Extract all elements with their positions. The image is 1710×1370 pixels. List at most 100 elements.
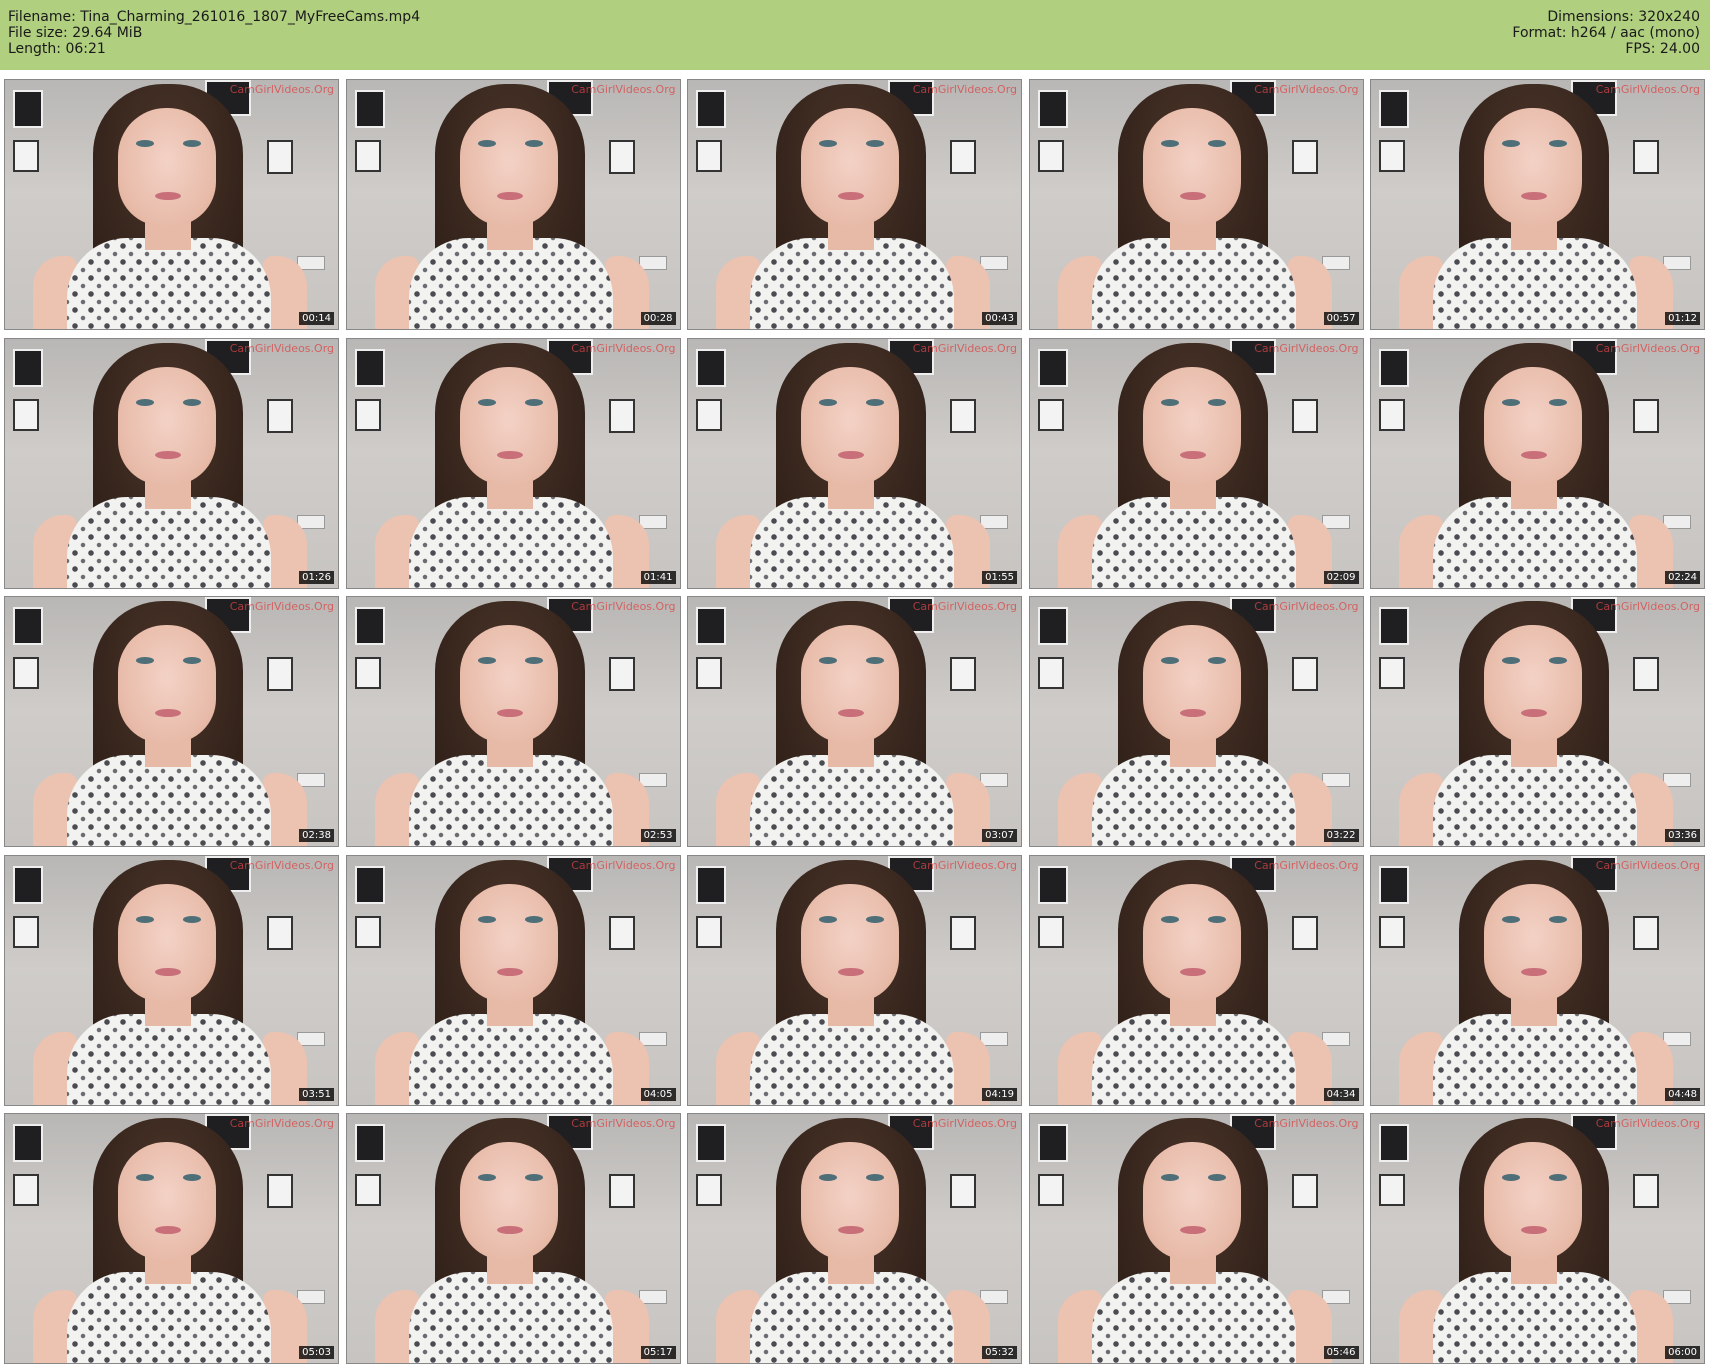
timestamp-label: 02:24 <box>1665 570 1700 584</box>
lips-shape <box>496 1226 523 1234</box>
wall-poster <box>696 140 722 172</box>
wall-poster <box>1379 140 1405 172</box>
watermark-text: CamGirlVideos.Org <box>571 341 676 355</box>
person-face <box>459 883 558 1002</box>
lips-shape <box>496 450 523 459</box>
wall-poster <box>354 140 381 172</box>
watermark-text: CamGirlVideos.Org <box>571 600 676 613</box>
person-face <box>1142 625 1241 743</box>
wall-poster <box>354 1174 381 1206</box>
wall-poster <box>608 398 635 433</box>
wall-poster <box>267 140 293 174</box>
timestamp-label: 01:26 <box>299 570 334 584</box>
watermark-text: CamGirlVideos.Org <box>571 858 676 872</box>
timestamp-label: 06:00 <box>1665 1346 1700 1359</box>
timestamp-label: 03:51 <box>299 1087 334 1101</box>
person-face <box>1484 108 1582 226</box>
watermark-text: CamGirlVideos.Org <box>1595 341 1700 355</box>
wall-poster <box>13 1124 43 1162</box>
wall-poster <box>1291 915 1318 950</box>
person-shirt <box>408 1013 613 1105</box>
person-face <box>459 625 558 743</box>
wall-poster <box>267 1174 293 1208</box>
eye-icon <box>819 915 837 923</box>
watermark-text: CamGirlVideos.Org <box>1595 858 1700 872</box>
timestamp-label: 00:43 <box>982 312 1017 325</box>
video-thumbnail: CamGirlVideos.Org 01:12 <box>1370 79 1705 330</box>
lips-shape <box>1521 192 1547 200</box>
wall-poster <box>13 1174 39 1206</box>
eye-icon <box>819 140 837 147</box>
video-thumbnail: CamGirlVideos.Org 04:34 <box>1028 854 1364 1106</box>
person-shirt <box>408 755 613 846</box>
timestamp-label: 05:03 <box>299 1346 334 1359</box>
timestamp-label: 03:36 <box>1665 829 1700 842</box>
wall-poster <box>1633 657 1659 691</box>
wall-poster <box>267 915 293 950</box>
person-shirt <box>1091 1013 1296 1105</box>
person-shirt <box>408 1272 613 1363</box>
wall-poster <box>696 90 726 128</box>
video-thumbnail: CamGirlVideos.Org 03:51 <box>4 854 339 1106</box>
person-shirt <box>1433 1272 1637 1363</box>
person-face <box>801 1142 899 1260</box>
watermark-text: CamGirlVideos.Org <box>571 1117 676 1130</box>
timestamp-label: 05:32 <box>982 1346 1017 1359</box>
person-shirt <box>1091 755 1296 846</box>
person-face <box>801 625 899 743</box>
timestamp-label: 01:55 <box>982 570 1017 584</box>
eye-icon <box>524 657 543 664</box>
file-size-text: File size: 29.64 MiB <box>8 25 143 41</box>
person-shirt <box>1091 1272 1296 1363</box>
eye-icon <box>866 1174 884 1181</box>
file-info-right: Dimensions: 320x240 Format: h264 / aac (… <box>1512 9 1700 57</box>
eye-icon <box>1160 657 1179 664</box>
video-thumbnail: CamGirlVideos.Org 01:41 <box>345 337 681 589</box>
wall-poster <box>354 607 385 645</box>
lips-shape <box>155 1226 181 1234</box>
person-face <box>1142 366 1241 485</box>
eye-icon <box>1502 398 1520 406</box>
wall-poster <box>696 865 726 904</box>
eye-icon <box>136 140 154 147</box>
person-shirt <box>1091 238 1296 329</box>
watermark-text: CamGirlVideos.Org <box>1595 1117 1700 1130</box>
wall-poster <box>13 657 39 689</box>
person-face <box>1142 883 1241 1002</box>
video-thumbnail: CamGirlVideos.Org 04:48 <box>1370 854 1705 1106</box>
eye-icon <box>1207 1174 1226 1181</box>
watermark-text: CamGirlVideos.Org <box>912 83 1017 96</box>
person-shirt <box>67 1013 271 1105</box>
video-thumbnail: CamGirlVideos.Org 05:46 <box>1028 1113 1364 1364</box>
lips-shape <box>1521 450 1547 459</box>
watermark-text: CamGirlVideos.Org <box>1595 600 1700 613</box>
person-face <box>1484 366 1582 485</box>
eye-icon <box>183 1174 201 1181</box>
wall-poster <box>1633 1174 1659 1208</box>
eye-icon <box>1502 140 1520 147</box>
person-face <box>1484 625 1582 743</box>
lips-shape <box>838 192 864 200</box>
wall-poster <box>1379 915 1405 948</box>
lips-shape <box>155 192 181 200</box>
wall-poster <box>354 657 381 689</box>
person-shirt <box>67 755 271 846</box>
timestamp-label: 03:22 <box>1323 829 1359 842</box>
eye-icon <box>183 140 201 147</box>
lips-shape <box>1179 450 1206 459</box>
wall-poster <box>696 348 726 387</box>
wall-poster <box>13 607 43 645</box>
watermark-text: CamGirlVideos.Org <box>1254 858 1359 872</box>
timestamp-label: 05:46 <box>1323 1346 1359 1359</box>
wall-poster <box>13 348 43 387</box>
wall-poster <box>354 398 381 431</box>
wall-poster <box>1037 915 1064 948</box>
wall-poster <box>696 657 722 689</box>
watermark-text: CamGirlVideos.Org <box>1254 83 1359 96</box>
eye-icon <box>819 657 837 664</box>
lips-shape <box>496 192 523 200</box>
lips-shape <box>1179 1226 1206 1234</box>
dimensions-text: Dimensions: 320x240 <box>1547 9 1700 25</box>
wall-poster <box>608 140 635 174</box>
timestamp-label: 05:17 <box>640 1346 676 1359</box>
